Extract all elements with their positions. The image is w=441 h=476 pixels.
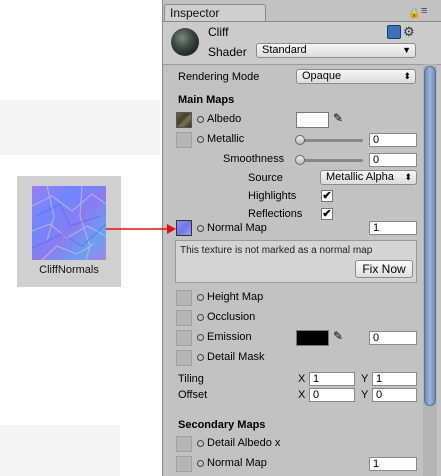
albedo-color-field[interactable]	[296, 112, 329, 128]
eyedropper-icon[interactable]: ✎	[333, 111, 343, 125]
metallic-slider-knob[interactable]	[295, 135, 305, 145]
metallic-value-field[interactable]: 0	[369, 133, 417, 147]
source-dropdown[interactable]: Metallic Alpha ⬍	[320, 170, 417, 185]
occlusion-texture-slot[interactable]	[176, 310, 192, 326]
source-value: Metallic Alpha	[326, 171, 394, 183]
normal-map-picker-icon[interactable]	[197, 225, 204, 232]
emission-label: Emission	[207, 331, 252, 343]
tiling-x-label: X	[298, 373, 306, 385]
gear-icon[interactable]: ⚙	[403, 24, 415, 40]
reflections-label: Reflections	[248, 208, 303, 220]
updown-arrow-icon: ⬍	[403, 71, 411, 81]
metallic-slider-track[interactable]	[300, 139, 363, 142]
detail-mask-picker-icon[interactable]	[197, 354, 204, 361]
dropdown-arrow-icon: ▼	[402, 45, 411, 55]
shader-label: Shader	[208, 45, 247, 59]
menu-icon[interactable]: ≡	[421, 5, 427, 17]
normal-map-label: Normal Map	[207, 222, 267, 234]
tiling-label: Tiling	[178, 373, 204, 385]
offset-x-label: X	[298, 389, 306, 401]
updown-arrow-icon: ⬍	[404, 172, 412, 182]
occlusion-label: Occlusion	[207, 311, 256, 323]
emission-picker-icon[interactable]	[197, 334, 204, 341]
occlusion-picker-icon[interactable]	[197, 314, 204, 321]
detail-albedo-picker-icon[interactable]	[197, 440, 204, 447]
tiling-y-field[interactable]: 1	[372, 372, 417, 386]
asset-name: CliffNormals	[39, 264, 99, 276]
normal-map-warning-text: This texture is not marked as a normal m…	[180, 245, 373, 256]
help-book-icon[interactable]	[387, 25, 401, 39]
reflections-checkbox[interactable]: ✔	[321, 208, 333, 220]
tiling-x-field[interactable]: 1	[309, 372, 355, 386]
background-ghost	[0, 425, 120, 476]
shader-dropdown[interactable]: Standard ▼	[256, 43, 416, 58]
background-ghost	[0, 100, 160, 155]
lock-icon[interactable]: 🔒	[408, 8, 420, 19]
offset-y-label: Y	[361, 389, 369, 401]
tab-inspector-label: Inspector	[170, 6, 220, 20]
rendering-mode-dropdown[interactable]: Opaque ⬍	[296, 69, 416, 84]
highlights-checkbox[interactable]: ✔	[321, 190, 333, 202]
offset-label: Offset	[178, 389, 208, 401]
smoothness-slider-knob[interactable]	[295, 155, 305, 165]
metallic-texture-slot[interactable]	[176, 132, 192, 148]
rendering-mode-value: Opaque	[302, 70, 342, 82]
emission-texture-slot[interactable]	[176, 330, 192, 346]
eyedropper-icon[interactable]: ✎	[333, 329, 343, 343]
scrollbar-thumb[interactable]	[424, 66, 436, 406]
albedo-picker-icon[interactable]	[197, 116, 204, 123]
offset-x-field[interactable]: 0	[309, 388, 355, 402]
smoothness-value-field[interactable]: 0	[369, 153, 417, 167]
normal-map-texture-slot[interactable]	[176, 220, 192, 236]
secondary-normal-map-texture-slot[interactable]	[176, 456, 192, 472]
normal-map-thumbnail	[32, 186, 106, 260]
metallic-label: Metallic	[207, 133, 245, 145]
secondary-normal-map-scale-field[interactable]: 1	[369, 457, 417, 471]
secondary-normal-map-label: Normal Map	[207, 457, 267, 469]
offset-y-field[interactable]: 0	[372, 388, 417, 402]
height-map-label: Height Map	[207, 291, 264, 303]
tiling-y-label: Y	[361, 373, 369, 385]
main-maps-heading: Main Maps	[178, 94, 235, 106]
source-label: Source	[248, 172, 283, 184]
smoothness-slider-track[interactable]	[300, 159, 363, 162]
metallic-picker-icon[interactable]	[197, 136, 204, 143]
albedo-texture-slot[interactable]	[176, 112, 192, 128]
material-name: Cliff	[208, 25, 229, 39]
secondary-maps-heading: Secondary Maps	[178, 419, 266, 431]
emission-color-field[interactable]	[296, 330, 329, 346]
height-map-picker-icon[interactable]	[197, 294, 204, 301]
highlights-label: Highlights	[248, 190, 297, 202]
detail-mask-label: Detail Mask	[207, 351, 265, 363]
emission-intensity-field[interactable]: 0	[369, 331, 417, 345]
rendering-mode-label: Rendering Mode	[178, 71, 260, 83]
shader-value: Standard	[262, 44, 307, 56]
secondary-normal-map-picker-icon[interactable]	[197, 460, 204, 467]
normal-map-scale-field[interactable]: 1	[369, 221, 417, 235]
detail-albedo-texture-slot[interactable]	[176, 436, 192, 452]
material-preview-icon	[171, 28, 199, 56]
fix-now-button[interactable]: Fix Now	[355, 260, 413, 278]
detail-albedo-label: Detail Albedo x	[207, 437, 281, 449]
albedo-label: Albedo	[207, 113, 242, 125]
detail-mask-texture-slot[interactable]	[176, 350, 192, 366]
height-map-texture-slot[interactable]	[176, 290, 192, 306]
smoothness-label: Smoothness	[223, 153, 285, 165]
